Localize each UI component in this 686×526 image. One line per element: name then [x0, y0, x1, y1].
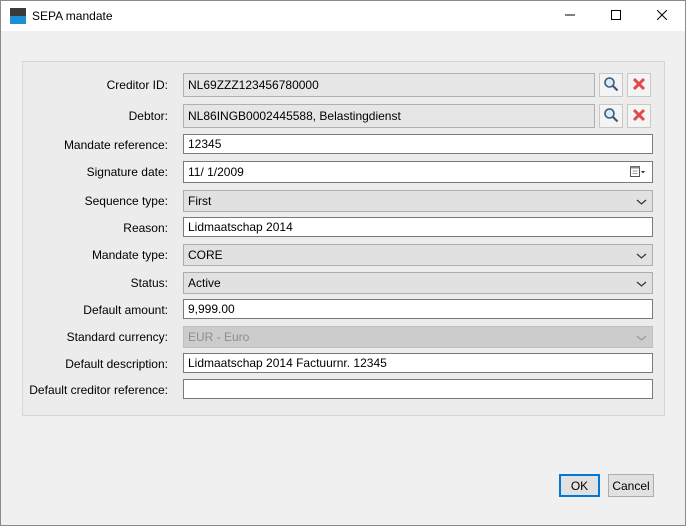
status-select[interactable]: Active [183, 272, 653, 294]
red-x-clear-icon [632, 77, 646, 94]
debtor-field[interactable]: NL86INGB0002445588, Belastingdienst [183, 104, 595, 128]
default-amount-label: Default amount: [83, 303, 168, 317]
status-value: Active [188, 276, 221, 290]
reason-label: Reason: [123, 221, 168, 235]
mandate-type-select[interactable]: CORE [183, 244, 653, 266]
magnifier-search-icon [603, 107, 619, 126]
minimize-button[interactable] [547, 1, 593, 31]
creditor-clear-button[interactable] [627, 73, 651, 97]
standard-currency-select: EUR - Euro [183, 326, 653, 348]
debtor-clear-button[interactable] [627, 104, 651, 128]
maximize-button[interactable] [593, 1, 639, 31]
window-title: SEPA mandate [32, 9, 113, 23]
red-x-clear-icon [632, 108, 646, 125]
mandate-reference-input[interactable]: 12345 [183, 134, 653, 154]
default-description-label: Default description: [65, 357, 168, 371]
chevron-down-icon [636, 196, 647, 206]
default-description-input[interactable]: Lidmaatschap 2014 Factuurnr. 12345 [183, 353, 653, 373]
reason-input[interactable]: Lidmaatschap 2014 [183, 217, 653, 237]
minimize-icon [565, 9, 575, 23]
default-creditor-reference-input[interactable] [183, 379, 653, 399]
sequence-type-label: Sequence type: [84, 194, 168, 208]
sepa-mandate-dialog: SEPA mandate Creditor ID: NL69ZZZ1234567… [0, 0, 686, 526]
chevron-down-icon [636, 250, 647, 260]
close-button[interactable] [639, 1, 685, 31]
standard-currency-label: Standard currency: [66, 330, 168, 344]
default-amount-input[interactable]: 9,999.00 [183, 299, 653, 319]
maximize-icon [611, 9, 621, 23]
default-creditor-reference-label: Default creditor reference: [29, 383, 168, 397]
standard-currency-value: EUR - Euro [188, 330, 250, 344]
mandate-type-value: CORE [188, 248, 223, 262]
close-icon [656, 9, 668, 23]
signature-date-value: 11/ 1/2009 [188, 165, 244, 179]
creditor-search-button[interactable] [599, 73, 623, 97]
creditor-id-label: Creditor ID: [106, 78, 168, 92]
ok-button[interactable]: OK [559, 474, 600, 497]
calendar-icon[interactable] [630, 165, 646, 179]
debtor-label: Debtor: [128, 109, 168, 123]
chevron-down-icon [636, 278, 647, 288]
signature-date-picker[interactable]: 11/ 1/2009 [183, 161, 653, 183]
chevron-down-icon [636, 332, 647, 342]
mandate-reference-label: Mandate reference: [63, 138, 168, 152]
signature-date-label: Signature date: [86, 165, 168, 179]
creditor-id-field[interactable]: NL69ZZZ123456780000 [183, 73, 595, 97]
sequence-type-select[interactable]: First [183, 190, 653, 212]
magnifier-search-icon [603, 76, 619, 95]
status-label: Status: [130, 276, 168, 290]
sequence-type-value: First [188, 194, 212, 208]
mandate-type-label: Mandate type: [91, 248, 168, 262]
debtor-search-button[interactable] [599, 104, 623, 128]
app-window-icon [10, 8, 26, 24]
cancel-button[interactable]: Cancel [608, 474, 654, 497]
title-bar: SEPA mandate [1, 1, 685, 31]
